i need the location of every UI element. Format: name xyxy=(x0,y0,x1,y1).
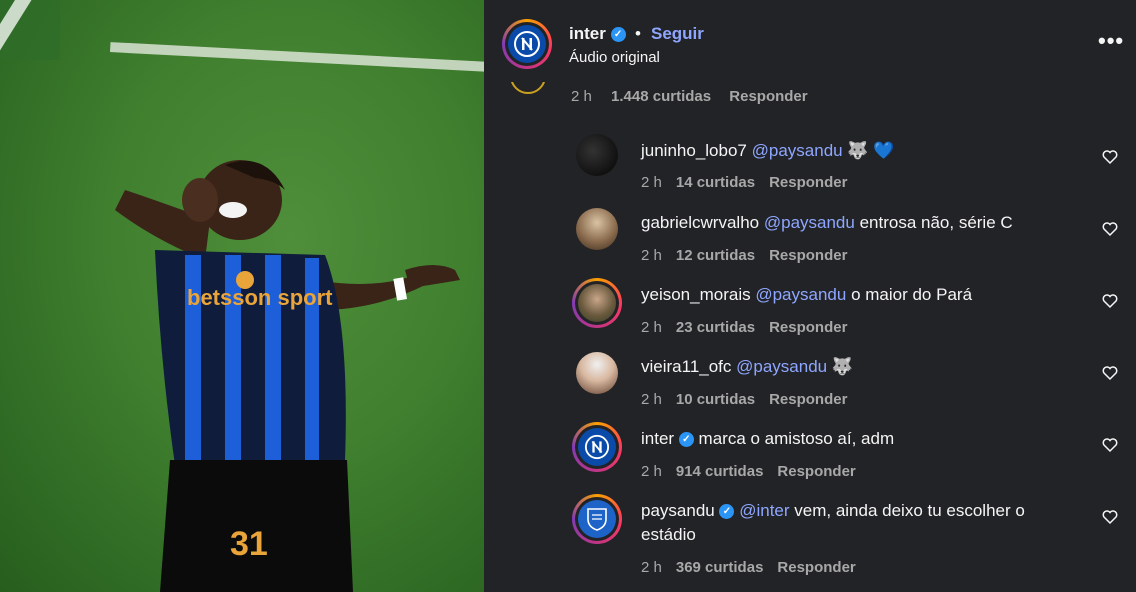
comment-username[interactable]: inter xyxy=(641,429,674,448)
heart-icon[interactable] xyxy=(1102,509,1118,525)
mention-link[interactable]: @paysandu xyxy=(755,285,846,304)
likes-count[interactable]: 10 curtidas xyxy=(676,391,755,408)
reply-button[interactable]: Responder xyxy=(777,559,855,576)
inter-avatar[interactable] xyxy=(502,19,552,69)
avatar[interactable] xyxy=(576,208,618,250)
comment-username[interactable]: gabrielcwrvalho xyxy=(641,213,759,232)
comment-text: 🐺 💙 xyxy=(842,141,895,160)
verified-badge-icon: ✓ xyxy=(610,27,626,43)
verified-badge-icon: ✓ xyxy=(678,432,694,448)
likes-count[interactable]: 369 curtidas xyxy=(676,559,764,576)
comment-time: 2 h xyxy=(641,174,662,191)
reply-button[interactable]: Responder xyxy=(769,174,847,191)
player-illustration: betsson sport 31 xyxy=(115,160,460,592)
likes-count[interactable]: 14 curtidas xyxy=(676,174,755,191)
comment-meta: 2 h 14 curtidas Responder xyxy=(641,174,847,191)
jersey-sponsor: betsson sport xyxy=(187,285,333,310)
inter-logo-icon xyxy=(508,25,546,63)
follow-button[interactable]: Seguir xyxy=(651,24,704,44)
likes-count[interactable]: 12 curtidas xyxy=(676,247,755,264)
heart-icon[interactable] xyxy=(1102,293,1118,309)
comment-username[interactable]: paysandu xyxy=(641,501,715,520)
pitch-line xyxy=(109,42,484,72)
inter-logo-icon xyxy=(578,428,616,466)
more-options-icon[interactable]: ••• xyxy=(1098,28,1124,54)
comment-meta: 2 h 23 curtidas Responder xyxy=(641,319,847,336)
heart-icon[interactable] xyxy=(1102,437,1118,453)
post-media[interactable]: betsson sport 31 xyxy=(0,0,484,592)
reply-button[interactable]: Responder xyxy=(769,391,847,408)
avatar[interactable] xyxy=(572,278,622,328)
mention-link[interactable]: @inter xyxy=(739,501,789,520)
audio-link[interactable]: Áudio original xyxy=(569,49,660,66)
reply-button[interactable]: Responder xyxy=(769,247,847,264)
avatar[interactable] xyxy=(572,494,622,544)
parent-avatar-partial xyxy=(510,82,546,96)
post-header: inter ✓ • Seguir Áudio original ••• xyxy=(484,0,1136,84)
separator-dot: • xyxy=(635,24,641,43)
heart-icon[interactable] xyxy=(1102,365,1118,381)
verified-badge-icon: ✓ xyxy=(719,504,735,520)
comment-text: o maior do Pará xyxy=(846,285,973,304)
parent-comment-meta: 2 h 1.448 curtidas Responder xyxy=(571,88,808,105)
mention-link[interactable]: @paysandu xyxy=(736,357,827,376)
heart-icon[interactable] xyxy=(1102,149,1118,165)
comments-panel: inter ✓ • Seguir Áudio original ••• 2 h … xyxy=(484,0,1136,592)
comment-text: marca o amistoso aí, adm xyxy=(698,429,895,448)
likes-count[interactable]: 914 curtidas xyxy=(676,463,764,480)
comment-time: 2 h xyxy=(641,463,662,480)
comment-meta: 2 h 10 curtidas Responder xyxy=(641,391,847,408)
jersey-number: 31 xyxy=(230,525,268,563)
reply-button[interactable]: Responder xyxy=(769,319,847,336)
mention-link[interactable]: @paysandu xyxy=(752,141,843,160)
comment-meta: 2 h 914 curtidas Responder xyxy=(641,463,856,480)
reply-button[interactable]: Responder xyxy=(777,463,855,480)
comment-meta: 2 h 369 curtidas Responder xyxy=(641,559,856,576)
comment-time: 2 h xyxy=(571,88,592,105)
comment-time: 2 h xyxy=(641,559,662,576)
comment-meta: 2 h 12 curtidas Responder xyxy=(641,247,847,264)
avatar[interactable] xyxy=(576,134,618,176)
paysandu-logo-icon xyxy=(578,500,616,538)
avatar[interactable] xyxy=(576,352,618,394)
post-author[interactable]: inter ✓ xyxy=(569,24,626,44)
comment-username[interactable]: juninho_lobo7 xyxy=(641,141,747,160)
comment-time: 2 h xyxy=(641,319,662,336)
mention-link[interactable]: @paysandu xyxy=(764,213,855,232)
comment-text: entrosa não, série C xyxy=(854,213,1013,232)
comment-text: 🐺 xyxy=(827,357,854,376)
comment-time: 2 h xyxy=(641,247,662,264)
avatar[interactable] xyxy=(572,422,622,472)
reply-button[interactable]: Responder xyxy=(729,88,807,105)
likes-count[interactable]: 23 curtidas xyxy=(676,319,755,336)
comment-time: 2 h xyxy=(641,391,662,408)
likes-count[interactable]: 1.448 curtidas xyxy=(611,88,711,105)
heart-icon[interactable] xyxy=(1102,221,1118,237)
comment-username[interactable]: yeison_morais xyxy=(641,285,751,304)
comment-username[interactable]: vieira11_ofc xyxy=(641,357,731,376)
